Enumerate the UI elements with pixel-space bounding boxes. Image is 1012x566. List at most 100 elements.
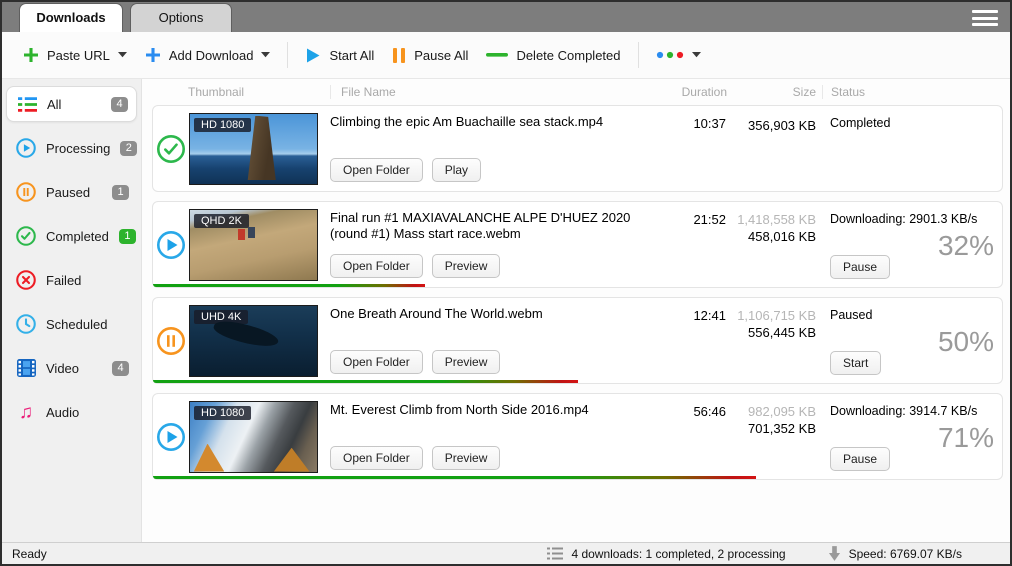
pause-all-label: Pause All [414, 48, 468, 63]
column-header-duration: Duration [665, 85, 727, 99]
paste-url-button[interactable]: Paste URL [14, 40, 136, 70]
duration: 10:37 [664, 106, 726, 191]
sidebar: All 4 Processing 2 Paused 1 [2, 79, 142, 542]
row-state [153, 106, 189, 191]
progress-bar [153, 284, 425, 287]
thumbnail[interactable]: HD 1080 [189, 113, 318, 185]
duration: 12:41 [664, 298, 726, 383]
download-row[interactable]: QHD 2K Final run #1 MAXIAVALANCHE ALPE D… [152, 201, 1003, 288]
sidebar-item-audio[interactable]: ♫ Audio [6, 394, 137, 430]
preview-button[interactable]: Preview [432, 254, 501, 278]
downloading-play-icon [156, 422, 186, 452]
column-header-status: Status [823, 85, 1003, 99]
sidebar-item-failed[interactable]: Failed [6, 262, 137, 298]
sidebar-item-label: Completed [46, 229, 109, 244]
status-ready: Ready [12, 547, 47, 561]
status-text: Downloading: 2901.3 KB/s [830, 212, 977, 226]
tab-downloads[interactable]: Downloads [19, 3, 123, 32]
main-area: All 4 Processing 2 Paused 1 [2, 79, 1010, 542]
sidebar-item-label: Audio [46, 405, 79, 420]
pause-all-button[interactable]: Pause All [383, 40, 477, 71]
sidebar-item-label: Paused [46, 185, 90, 200]
delete-completed-label: Delete Completed [516, 48, 620, 63]
file-name: Final run #1 MAXIAVALANCHE ALPE D'HUEZ 2… [330, 210, 656, 243]
sidebar-item-video[interactable]: Video 4 [6, 350, 137, 386]
sidebar-item-scheduled[interactable]: Scheduled [6, 306, 137, 342]
add-download-label: Add Download [169, 48, 254, 63]
open-folder-button[interactable]: Open Folder [330, 350, 423, 374]
downloads-panel: Thumbnail File Name Duration Size Status… [142, 79, 1010, 542]
status-text: Completed [830, 116, 890, 130]
sidebar-item-label: Video [46, 361, 79, 376]
preview-button[interactable]: Preview [432, 350, 501, 374]
pause-button[interactable]: Pause [830, 255, 890, 279]
open-folder-button[interactable]: Open Folder [330, 446, 423, 470]
download-arrow-icon [828, 546, 841, 561]
preview-button[interactable]: Preview [432, 446, 501, 470]
thumbnail[interactable]: HD 1080 [189, 401, 318, 473]
sidebar-item-label: Processing [46, 141, 110, 156]
sidebar-item-label: Scheduled [46, 317, 107, 332]
table-header: Thumbnail File Name Duration Size Status [152, 79, 1003, 105]
toolbar: Paste URL Add Download Start All Pause A… [2, 32, 1010, 79]
row-main: Mt. Everest Climb from North Side 2016.m… [318, 394, 664, 479]
start-all-label: Start All [329, 48, 374, 63]
row-main: Climbing the epic Am Buachaille sea stac… [318, 106, 664, 191]
chevron-down-icon [692, 52, 701, 58]
size-current: 701,352 KB [726, 421, 816, 436]
column-header-file-name: File Name [331, 85, 665, 99]
row-state [153, 298, 189, 383]
delete-completed-button[interactable]: Delete Completed [477, 41, 629, 70]
thumbnail[interactable]: UHD 4K [189, 305, 318, 377]
start-all-button[interactable]: Start All [296, 40, 383, 71]
column-header-thumbnail: Thumbnail [188, 85, 331, 99]
minus-icon [486, 52, 508, 58]
progress-bar [153, 476, 756, 479]
plus-icon [23, 47, 39, 63]
open-folder-button[interactable]: Open Folder [330, 158, 423, 182]
sidebar-item-label: All [47, 97, 61, 112]
hamburger-menu-icon[interactable] [972, 10, 998, 26]
open-folder-button[interactable]: Open Folder [330, 254, 423, 278]
sidebar-item-completed[interactable]: Completed 1 [6, 218, 137, 254]
percent-label: 50% [938, 326, 994, 358]
download-row[interactable]: HD 1080 Climbing the epic Am Buachaille … [152, 105, 1003, 192]
sidebar-item-processing[interactable]: Processing 2 [6, 130, 137, 166]
count-badge: 4 [111, 97, 128, 112]
row-main: One Breath Around The World.webm Open Fo… [318, 298, 664, 383]
sidebar-item-label: Failed [46, 273, 81, 288]
status-text: Downloading: 3914.7 KB/s [830, 404, 977, 418]
count-badge: 1 [119, 229, 136, 244]
toolbar-separator [638, 42, 639, 68]
tab-options[interactable]: Options [130, 3, 232, 32]
download-row[interactable]: UHD 4K One Breath Around The World.webm … [152, 297, 1003, 384]
add-download-button[interactable]: Add Download [136, 40, 280, 70]
thumbnail[interactable]: QHD 2K [189, 209, 318, 281]
duration: 56:46 [664, 394, 726, 479]
size-current: 458,016 KB [726, 229, 816, 244]
duration: 21:52 [664, 202, 726, 287]
quality-badge: UHD 4K [194, 310, 248, 324]
chevron-down-icon [261, 52, 270, 58]
pause-icon [392, 47, 406, 64]
download-row[interactable]: HD 1080 Mt. Everest Climb from North Sid… [152, 393, 1003, 480]
count-badge: 4 [112, 361, 129, 376]
more-menu-button[interactable] [647, 44, 710, 66]
progress-bar [153, 380, 578, 383]
pause-button[interactable]: Pause [830, 447, 890, 471]
row-main: Final run #1 MAXIAVALANCHE ALPE D'HUEZ 2… [318, 202, 664, 287]
sidebar-item-all[interactable]: All 4 [6, 86, 137, 122]
downloads-summary: 4 downloads: 1 completed, 2 processing [571, 547, 785, 561]
file-name: One Breath Around The World.webm [330, 306, 656, 322]
sidebar-item-paused[interactable]: Paused 1 [6, 174, 137, 210]
quality-badge: HD 1080 [194, 406, 251, 420]
file-name: Mt. Everest Climb from North Side 2016.m… [330, 402, 656, 418]
play-icon [305, 47, 321, 64]
column-header-size: Size [727, 85, 823, 99]
paste-url-label: Paste URL [47, 48, 110, 63]
play-button[interactable]: Play [432, 158, 481, 182]
speed-indicator: Speed: 6769.07 KB/s [849, 547, 962, 561]
size-total: 1,106,715 KB [726, 308, 816, 323]
start-button[interactable]: Start [830, 351, 881, 375]
chevron-down-icon [118, 52, 127, 58]
